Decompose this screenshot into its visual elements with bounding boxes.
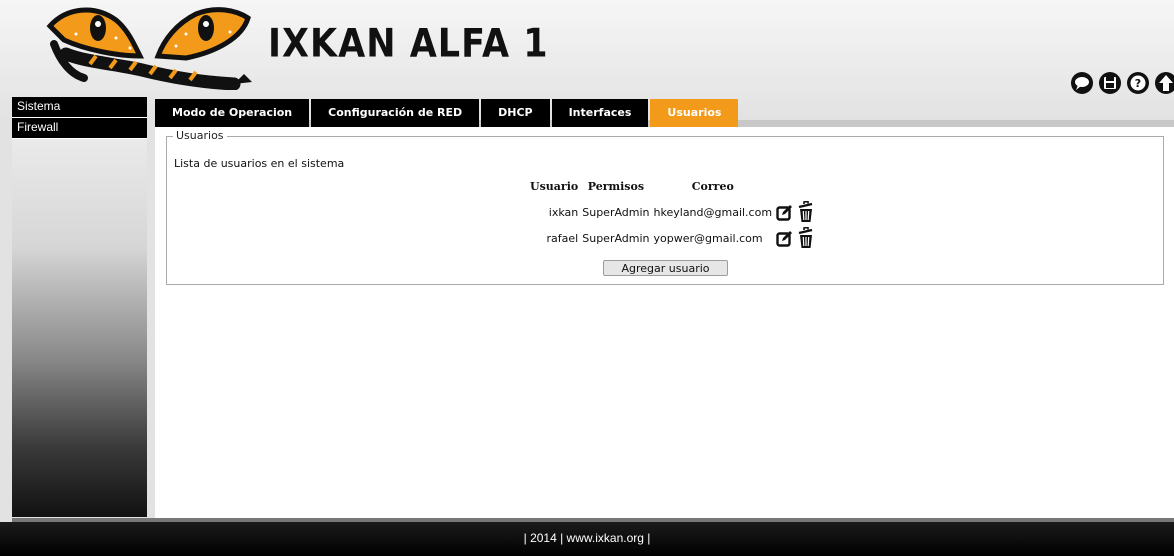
- save-disk-icon[interactable]: [1098, 70, 1122, 96]
- column-header-permisos: Permisos: [587, 180, 645, 193]
- tab-dhcp[interactable]: DHCP: [481, 99, 550, 128]
- table-row: ixkan SuperAdmin hkeyland@gmail.com: [528, 199, 817, 225]
- user-permissions-cell: SuperAdmin: [582, 231, 650, 245]
- tab-interfaces[interactable]: Interfaces: [551, 99, 649, 128]
- footer-text[interactable]: | 2014 | www.ixkan.org |: [524, 531, 651, 545]
- svg-text:?: ?: [1135, 77, 1141, 90]
- sidebar-item-sistema[interactable]: Sistema: [12, 97, 147, 118]
- content-area: Usuarios Lista de usuarios en el sistema…: [155, 127, 1174, 518]
- tab-modo-de-operacion[interactable]: Modo de Operacion: [155, 99, 310, 128]
- column-header-actions: [774, 179, 817, 199]
- tab-bar: Modo de Operacion Configuración de RED D…: [155, 99, 739, 128]
- user-permissions-cell: SuperAdmin: [582, 205, 650, 219]
- row-actions: [776, 226, 815, 249]
- user-email-cell: yopwer@gmail.com: [653, 231, 763, 245]
- row-actions-cell: [774, 225, 817, 251]
- add-user-button[interactable]: Agregar usuario: [603, 260, 728, 276]
- chat-bubble-icon[interactable]: [1070, 70, 1094, 96]
- user-name-cell: rafael: [546, 231, 579, 245]
- tab-configuracion-de-red[interactable]: Configuración de RED: [311, 99, 480, 128]
- sidebar-item-firewall[interactable]: Firewall: [12, 118, 147, 139]
- app-title: IXKAN ALFA 1: [268, 22, 549, 67]
- column-header-usuario: Usuario: [530, 180, 579, 193]
- footer: | 2014 | www.ixkan.org |: [0, 522, 1174, 556]
- row-actions: [776, 200, 815, 223]
- ixkan-logo: [46, 7, 252, 90]
- trash-icon[interactable]: [797, 226, 815, 249]
- arrow-up-icon[interactable]: [1154, 70, 1174, 96]
- sidebar: Sistema Firewall: [12, 97, 147, 517]
- users-list-caption: Lista de usuarios en el sistema: [174, 157, 345, 170]
- fieldset-legend: Usuarios: [173, 129, 227, 142]
- header: IXKAN ALFA 1 ?: [0, 0, 1174, 97]
- user-email-cell: hkeyland@gmail.com: [653, 205, 773, 219]
- toolbar: ?: [1070, 70, 1174, 100]
- users-fieldset: Usuarios Lista de usuarios en el sistema…: [166, 129, 1164, 285]
- edit-icon[interactable]: [776, 230, 793, 247]
- table-row: rafael SuperAdmin yopwer@gmail.com: [528, 225, 817, 251]
- users-table: Usuario Permisos Correo ixkan SuperAdmin…: [528, 179, 817, 251]
- row-actions-cell: [774, 199, 817, 225]
- help-icon[interactable]: ?: [1126, 70, 1150, 96]
- column-header-correo: Correo: [691, 180, 734, 193]
- edit-icon[interactable]: [776, 204, 793, 221]
- user-name-cell: ixkan: [548, 205, 579, 219]
- tab-usuarios[interactable]: Usuarios: [650, 99, 739, 128]
- table-header-row: Usuario Permisos Correo: [528, 179, 817, 199]
- trash-icon[interactable]: [797, 200, 815, 223]
